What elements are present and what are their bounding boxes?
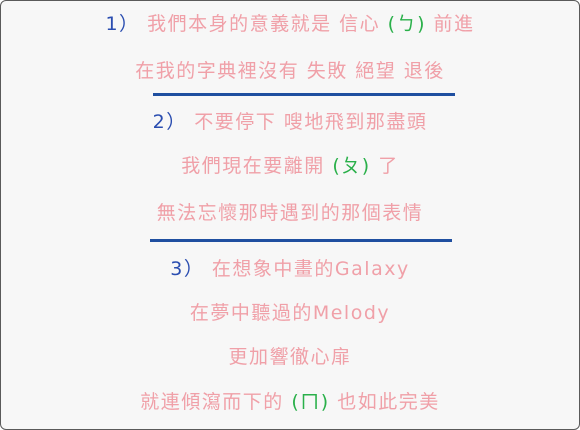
lyric-text-tail: 了	[378, 155, 399, 177]
bopomofo-marker: (ㄇ)	[291, 391, 330, 413]
lyric-line-1: 1） 我們本身的意義就是 信心 (ㄅ) 前進	[1, 11, 579, 37]
lyric-line-5: 無法忘懷那時遇到的那個表情	[1, 200, 579, 226]
lyric-line-4: 我們現在要離開 (ㄆ) 了	[1, 153, 579, 179]
lyric-text: 我們本身的意義就是 信心	[147, 13, 381, 35]
lyric-text: 不要停下 嗖地飛到那盡頭	[194, 111, 428, 133]
lyric-line-8: 更加響徹心扉	[1, 344, 579, 370]
lyric-text: 在夢中聽過的Melody	[189, 302, 391, 324]
lyrics-card: 1） 我們本身的意義就是 信心 (ㄅ) 前進 在我的字典裡沒有 失敗 絕望 退後…	[0, 0, 580, 430]
bopomofo-marker: (ㄅ)	[387, 13, 426, 35]
section-number: 1）	[105, 13, 140, 35]
lyric-line-7: 在夢中聽過的Melody	[1, 300, 579, 326]
section-divider-1	[153, 93, 455, 96]
lyric-text: 就連傾瀉而下的	[140, 391, 284, 413]
lyric-line-9: 就連傾瀉而下的 (ㄇ) 也如此完美	[1, 389, 579, 415]
section-number: 3）	[170, 258, 205, 280]
lyric-line-2: 在我的字典裡沒有 失敗 絕望 退後	[1, 58, 579, 84]
section-divider-2	[150, 239, 452, 242]
lyric-line-6: 3） 在想象中畫的Galaxy	[1, 256, 579, 282]
lyric-line-3: 2） 不要停下 嗖地飛到那盡頭	[1, 109, 579, 135]
lyric-text: 在想象中畫的Galaxy	[211, 258, 410, 280]
lyric-text: 在我的字典裡沒有 失敗 絕望 退後	[135, 60, 445, 82]
lyric-text: 無法忘懷那時遇到的那個表情	[156, 202, 424, 224]
bopomofo-marker: (ㄆ)	[332, 155, 371, 177]
lyric-text-tail: 也如此完美	[337, 391, 440, 413]
lyric-text: 更加響徹心扉	[228, 346, 352, 368]
section-number: 2）	[152, 111, 187, 133]
lyric-text: 我們現在要離開	[181, 155, 325, 177]
lyric-text-tail: 前進	[433, 13, 475, 35]
